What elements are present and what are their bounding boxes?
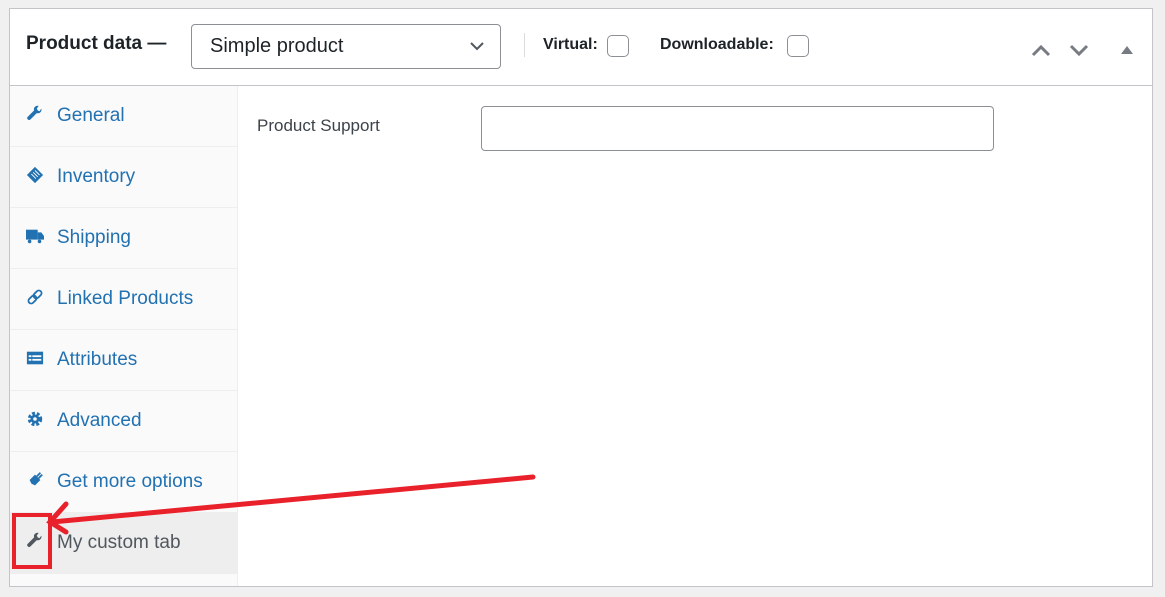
product-type-select[interactable]: Simple product	[191, 24, 501, 69]
virtual-checkbox[interactable]	[607, 35, 629, 57]
tab-shipping[interactable]: Shipping	[10, 208, 237, 269]
clipboard-icon	[26, 166, 44, 184]
tab-label: Inventory	[57, 166, 136, 187]
divider	[524, 33, 525, 57]
link-icon	[27, 289, 43, 305]
tab-get-more-options[interactable]: Get more options	[10, 452, 237, 513]
tab-general[interactable]: General	[10, 86, 237, 147]
tab-label: Get more options	[57, 471, 203, 492]
product-data-tabs: General Inventory Shipping Linked Produc…	[10, 86, 238, 586]
move-down-icon[interactable]	[1068, 41, 1090, 59]
truck-icon	[26, 229, 44, 244]
panel-title: Product data —	[26, 33, 167, 54]
product-type-value: Simple product	[210, 35, 344, 57]
wrench-icon	[27, 532, 42, 547]
toggle-panel-icon[interactable]	[1116, 41, 1138, 59]
tab-label: General	[57, 105, 125, 126]
tab-label: Linked Products	[57, 288, 194, 309]
tab-label: Advanced	[57, 410, 142, 431]
product-data-panel: Product data — Simple product Virtual: D…	[9, 8, 1153, 587]
tab-content: Product Support	[238, 86, 1152, 586]
tab-label: Shipping	[57, 227, 131, 248]
gear-icon	[27, 411, 43, 427]
tab-my-custom-tab[interactable]: My custom tab	[10, 513, 237, 574]
plug-icon	[27, 472, 43, 488]
downloadable-label: Downloadable:	[660, 36, 774, 53]
tab-attributes[interactable]: Attributes	[10, 330, 237, 391]
product-support-input[interactable]	[481, 106, 994, 151]
tab-linked-products[interactable]: Linked Products	[10, 269, 237, 330]
list-icon	[26, 351, 44, 365]
product-support-label: Product Support	[257, 116, 380, 135]
wrench-icon	[27, 105, 42, 120]
virtual-label: Virtual:	[543, 36, 598, 53]
downloadable-checkbox[interactable]	[787, 35, 809, 57]
tab-inventory[interactable]: Inventory	[10, 147, 237, 208]
tab-label: Attributes	[57, 349, 138, 370]
panel-header: Product data — Simple product Virtual: D…	[10, 9, 1152, 86]
tab-label: My custom tab	[57, 532, 181, 553]
chevron-down-icon	[470, 42, 484, 51]
move-up-icon[interactable]	[1030, 41, 1052, 59]
tab-advanced[interactable]: Advanced	[10, 391, 237, 452]
